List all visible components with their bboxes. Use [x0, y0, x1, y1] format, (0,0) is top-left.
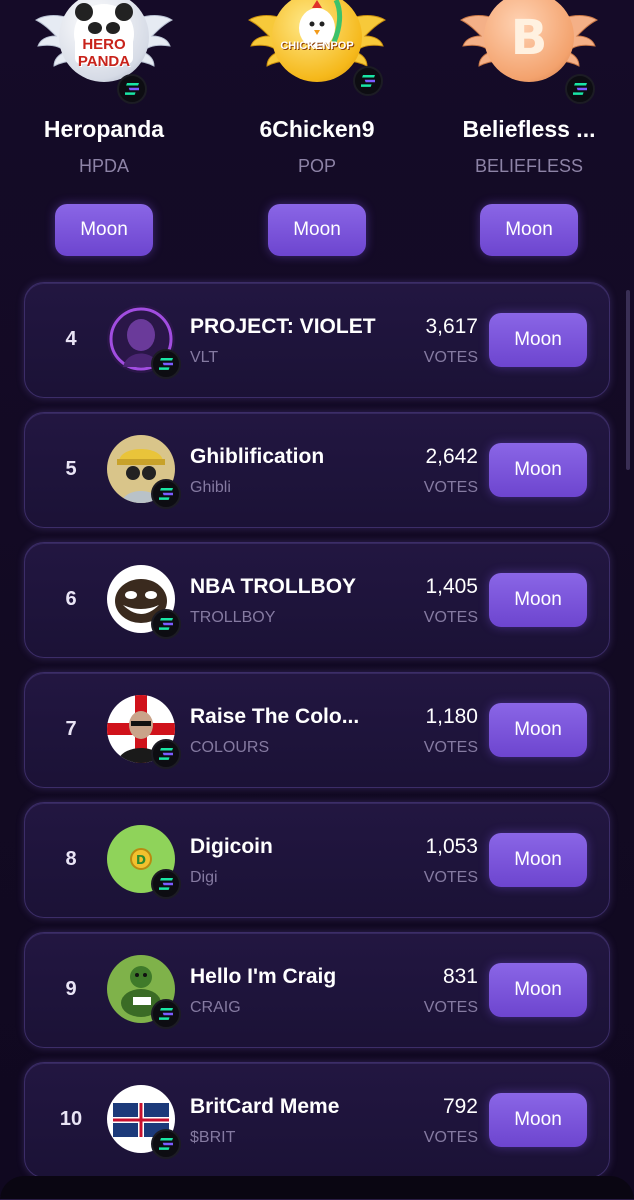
solana-icon — [353, 66, 383, 96]
solana-icon — [151, 349, 181, 379]
moon-button[interactable]: Moon — [489, 443, 587, 497]
token-ticker: BELIEFLESS — [474, 156, 584, 176]
svg-text:D: D — [136, 853, 146, 867]
token-ticker: $BRIT — [190, 1129, 236, 1146]
token-name: Ghiblification — [190, 445, 325, 468]
moon-button[interactable]: Moon — [489, 833, 587, 887]
moon-button[interactable]: Moon — [480, 204, 578, 256]
token-name: Hello I'm Craig — [190, 965, 337, 988]
solana-icon — [151, 609, 181, 639]
podium-medal-bronze: B — [459, 0, 599, 104]
token-ticker: Digi — [190, 869, 218, 886]
solana-icon — [151, 869, 181, 899]
podium-medal-silver: HERO PANDA — [34, 0, 174, 104]
list-item[interactable]: 9 Hello I'm Craig CRAIG 831 VOTES Moon — [24, 932, 610, 1048]
votes-label: VOTES — [423, 869, 478, 886]
vote-count: 792 — [442, 1095, 478, 1118]
token-ticker: COLOURS — [190, 739, 270, 756]
list-item[interactable]: 5 Ghiblification Ghibli 2,642 VOTES Moon — [24, 412, 610, 528]
token-ticker: VLT — [190, 349, 219, 366]
rank-number: 5 — [65, 458, 77, 480]
rank-number: 4 — [65, 328, 77, 350]
rank-number: 6 — [65, 588, 77, 610]
votes-label: VOTES — [423, 739, 478, 756]
rank-number: 10 — [59, 1108, 83, 1130]
token-ticker: Ghibli — [190, 479, 231, 496]
token-name: 6Chicken9 — [259, 116, 375, 142]
token-name: NBA TROLLBOY — [190, 575, 357, 598]
vote-count: 831 — [442, 965, 478, 988]
token-logo: CHICKENPOP — [272, 0, 362, 82]
logo-text: CHICKENPOP — [280, 40, 354, 52]
rank-number: 7 — [65, 718, 77, 740]
token-ticker: TROLLBOY — [190, 609, 276, 626]
token-name: PROJECT: VIOLET — [190, 315, 376, 338]
moon-button[interactable]: Moon — [268, 204, 366, 256]
token-name: Heropanda — [43, 116, 165, 142]
token-ticker: CRAIG — [190, 999, 241, 1016]
solana-icon — [151, 739, 181, 769]
token-name: Beliefless ... — [462, 116, 596, 142]
vote-count: 2,642 — [425, 445, 478, 468]
rank-number: 8 — [65, 848, 77, 870]
token-logo: HERO PANDA — [59, 0, 149, 82]
list-item[interactable]: 6 NBA TROLLBOY TROLLBOY 1,405 VOTES Moon — [24, 542, 610, 658]
list-item[interactable]: 10 BritCard Meme $BRIT 792 VOTES Moon — [24, 1062, 610, 1178]
token-name: BritCard Meme — [190, 1095, 340, 1118]
token-ticker: POP — [297, 156, 336, 176]
leaderboard-screen: HERO PANDA Heropanda HPDA Moon CHICKENPO… — [0, 0, 634, 1200]
solana-icon — [151, 479, 181, 509]
moon-button[interactable]: Moon — [55, 204, 153, 256]
rank-number: 9 — [65, 978, 77, 1000]
list-item[interactable]: 4 PROJECT: VIOLET VLT 3,617 VOTES Moon — [24, 282, 610, 398]
votes-label: VOTES — [423, 999, 478, 1016]
moon-button[interactable]: Moon — [489, 703, 587, 757]
token-name: Raise The Colo... — [190, 705, 360, 728]
token-ticker: HPDA — [78, 156, 129, 176]
moon-button[interactable]: Moon — [489, 573, 587, 627]
vote-count: 1,405 — [425, 575, 478, 598]
moon-button[interactable]: Moon — [489, 313, 587, 367]
logo-text: B — [510, 10, 548, 66]
device-frame-edge — [0, 1176, 634, 1200]
vote-count: 1,053 — [425, 835, 478, 858]
moon-button[interactable]: Moon — [489, 1093, 587, 1147]
vote-count: 3,617 — [425, 315, 478, 338]
solana-icon — [151, 1129, 181, 1159]
list-item[interactable]: 7 Raise The Colo... COLOURS 1,180 VOTES … — [24, 672, 610, 788]
scrollbar[interactable] — [626, 290, 630, 470]
logo-text: HERO PANDA — [77, 36, 131, 70]
solana-icon — [151, 999, 181, 1029]
moon-button[interactable]: Moon — [489, 963, 587, 1017]
podium-medal-gold: CHICKENPOP — [247, 0, 387, 100]
token-name: Digicoin — [190, 835, 273, 858]
solana-icon — [117, 74, 147, 104]
votes-label: VOTES — [423, 479, 478, 496]
vote-count: 1,180 — [425, 705, 478, 728]
votes-label: VOTES — [423, 609, 478, 626]
votes-label: VOTES — [423, 349, 478, 366]
list-item[interactable]: 8 D Digicoin Digi 1,053 VOTES Moon — [24, 802, 610, 918]
solana-icon — [565, 74, 595, 104]
votes-label: VOTES — [423, 1129, 478, 1146]
